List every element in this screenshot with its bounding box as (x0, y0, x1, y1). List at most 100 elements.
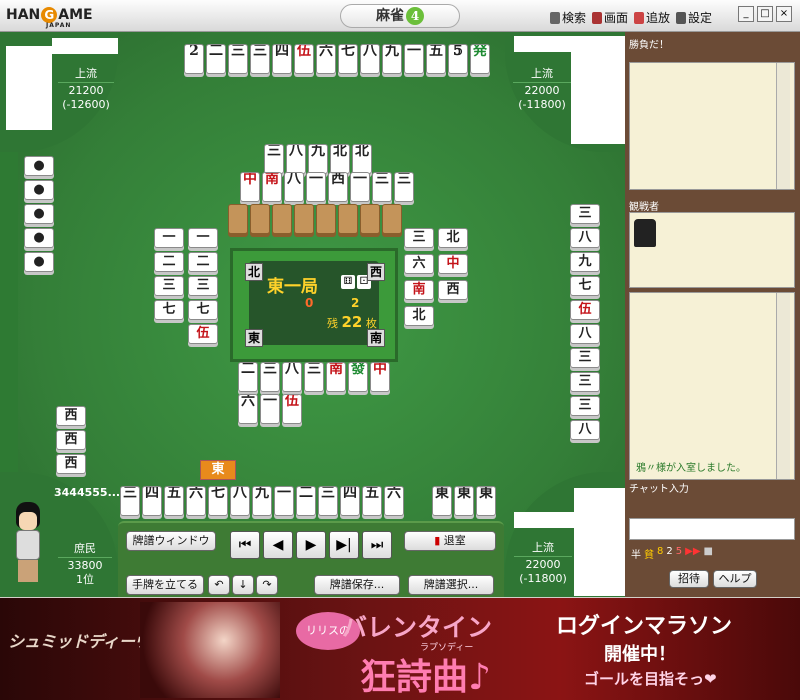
title-bar: HAN G AME JAPAN 麻雀 4 検索 画面 追放 設定 _ □ × (0, 0, 800, 32)
prev-button[interactable]: ◀ (263, 531, 293, 559)
rotate-right-button[interactable]: ↷ (256, 575, 278, 595)
discard-tile: 三 (404, 228, 434, 248)
dice-icon: ⚅ (341, 275, 355, 289)
player-name-bottom-right (514, 512, 574, 528)
settings-icon (676, 11, 687, 24)
discard-tile: 南 (262, 172, 282, 202)
player-name-top-left (52, 38, 118, 54)
opponent-left-tile: ● (24, 180, 54, 200)
spectator-avatar[interactable] (634, 219, 656, 247)
hand-tile[interactable]: 五 (362, 486, 382, 516)
opponent-right-tile: 七 (570, 276, 600, 296)
self-player-id: 3444555... (54, 486, 121, 499)
hand-tile[interactable]: 六 (186, 486, 206, 516)
hand-tile[interactable]: 五 (164, 486, 184, 516)
first-button[interactable]: ⏮ (230, 531, 260, 559)
ad-banner[interactable]: シュミッドディーヴァ リリスの バレンタイン ラプソディー 狂詩曲♪ ログインマ… (0, 598, 800, 700)
rank-label: 上流 (531, 67, 553, 80)
save-record-button[interactable]: 牌譜保存... (314, 575, 400, 595)
chat-scrollbar[interactable] (776, 293, 790, 479)
screen-menu[interactable]: 画面 (592, 9, 628, 26)
search-menu[interactable]: 検索 (550, 9, 586, 26)
opponent-top-tile: 四 (272, 44, 292, 74)
honba-count: 0 (305, 296, 314, 310)
opponent-top-tile: 三 (250, 44, 270, 74)
message-scrollbar[interactable] (776, 63, 790, 189)
discard-tile: 二 (188, 252, 218, 272)
hand-tile[interactable]: 六 (384, 486, 404, 516)
hand-tile[interactable]: 二 (296, 486, 316, 516)
game-title: 麻雀 4 (340, 4, 460, 28)
select-record-button[interactable]: 牌譜選択... (408, 575, 494, 595)
hand-tile[interactable]: 三 (318, 486, 338, 516)
status-icon: ▶▶ (685, 546, 701, 557)
stand-hand-button[interactable]: 手牌を立てる (126, 575, 204, 595)
player-avatar-top-left[interactable] (6, 46, 52, 130)
last-button[interactable]: ⏭ (362, 531, 392, 559)
meld-tile: 東 (454, 486, 474, 516)
chat-log: 鴉〃様が入室しました。 (629, 292, 795, 480)
points: 21200 (68, 84, 104, 97)
meld-tile: 西 (56, 406, 86, 426)
hand-tile[interactable]: 八 (230, 486, 250, 516)
opponent-top-tile: 六 (316, 44, 336, 74)
record-window-button[interactable]: 牌譜ウィンドウ (126, 531, 216, 551)
rotate-left-button[interactable]: ↶ (208, 575, 230, 595)
opponent-top-tile: 発 (470, 44, 490, 74)
play-button[interactable]: ▶ (296, 531, 326, 559)
wind-north: 北 (245, 263, 263, 281)
close-button[interactable]: × (776, 6, 792, 22)
opponent-right-tile: 三 (570, 372, 600, 392)
discard-tile: 一 (260, 394, 280, 424)
discard-tile: 六 (238, 394, 258, 424)
point-diff: (-11800) (519, 572, 567, 585)
minimize-button[interactable]: _ (738, 6, 754, 22)
chat-input-label: チャット入力 (629, 484, 689, 495)
discard-tile: 三 (154, 276, 184, 296)
discard-tile: 七 (154, 300, 184, 320)
mahjong-game-window: HAN G AME JAPAN 麻雀 4 検索 画面 追放 設定 _ □ × 上流 21… (0, 0, 800, 700)
discard-tile: 二 (154, 252, 184, 272)
hand-tile[interactable]: 一 (274, 486, 294, 516)
status-icon: 8 (657, 546, 664, 557)
discard-tile: 伍 (282, 394, 302, 424)
next-button[interactable]: ▶| (329, 531, 359, 559)
hand-tile[interactable]: 四 (142, 486, 162, 516)
discard-tile: 八 (286, 144, 306, 174)
settings-menu[interactable]: 設定 (676, 9, 712, 26)
maximize-button[interactable]: □ (757, 6, 773, 22)
player-info-top-left: 上流 21200 (-12600) (58, 67, 114, 112)
player-avatar-top-right[interactable] (571, 36, 631, 144)
discard-tile: 六 (404, 254, 434, 274)
exit-button[interactable]: ▮ 退室 (404, 531, 496, 551)
opponent-top-tile: 一 (404, 44, 424, 74)
wall-tile (360, 204, 380, 234)
chat-input[interactable] (629, 518, 795, 540)
opponent-top-tile: 𝟐 (184, 44, 204, 74)
status-icon: 貧 (644, 550, 654, 561)
screen-icon (592, 11, 603, 24)
player-avatar-bottom-right[interactable] (574, 488, 628, 596)
opponent-right-tile: 伍 (570, 300, 600, 320)
player-name-top-right (514, 36, 572, 52)
down-button[interactable]: ↓ (232, 575, 254, 595)
invite-button[interactable]: 招待 (669, 570, 709, 588)
self-avatar[interactable] (8, 502, 48, 590)
rank-label: 庶民 (74, 542, 96, 555)
opponent-right-tile: 三 (570, 348, 600, 368)
spectator-list (629, 212, 795, 288)
help-button[interactable]: ヘルプ (713, 570, 757, 588)
hangame-logo[interactable]: HAN G AME JAPAN (6, 7, 93, 29)
chat-message: 鴉〃様が入室しました。 (636, 463, 746, 474)
kick-menu[interactable]: 追放 (634, 9, 670, 26)
discard-tile: 南 (404, 280, 434, 300)
opponent-right-tile: 三 (570, 204, 600, 224)
point-diff: (-12600) (62, 98, 110, 111)
hand-tile[interactable]: 四 (340, 486, 360, 516)
hand-tile[interactable]: 七 (208, 486, 228, 516)
discard-tile: 中 (370, 362, 390, 392)
hand-tile[interactable]: 三 (120, 486, 140, 516)
discard-tile: 發 (348, 362, 368, 392)
hand-tile[interactable]: 九 (252, 486, 272, 516)
discard-tile: 北 (438, 228, 468, 248)
